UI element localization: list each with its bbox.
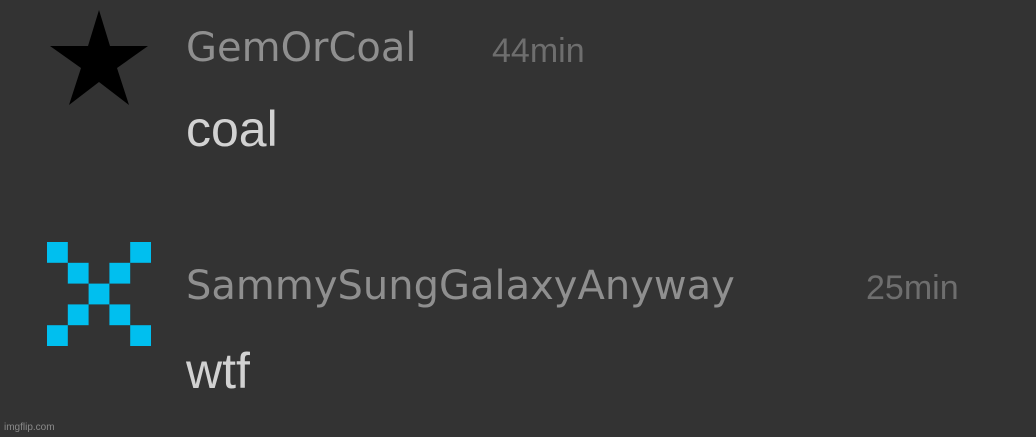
comment-timestamp: 44min — [492, 32, 585, 70]
comment-username[interactable]: GemOrCoal — [186, 28, 417, 68]
comment-timestamp: 25min — [866, 269, 959, 307]
comment-item: SammySungGalaxyAnyway 25min wtf — [0, 200, 1036, 437]
watermark: imgflip.com — [4, 422, 55, 433]
comment-item: GemOrCoal 44min coal — [0, 0, 1036, 200]
black-star-icon[interactable] — [47, 6, 151, 110]
pixel-x-icon[interactable] — [47, 242, 151, 346]
comment-text: coal — [186, 101, 278, 157]
comment-text: wtf — [186, 343, 250, 399]
comment-username[interactable]: SammySungGalaxyAnyway — [186, 266, 735, 306]
